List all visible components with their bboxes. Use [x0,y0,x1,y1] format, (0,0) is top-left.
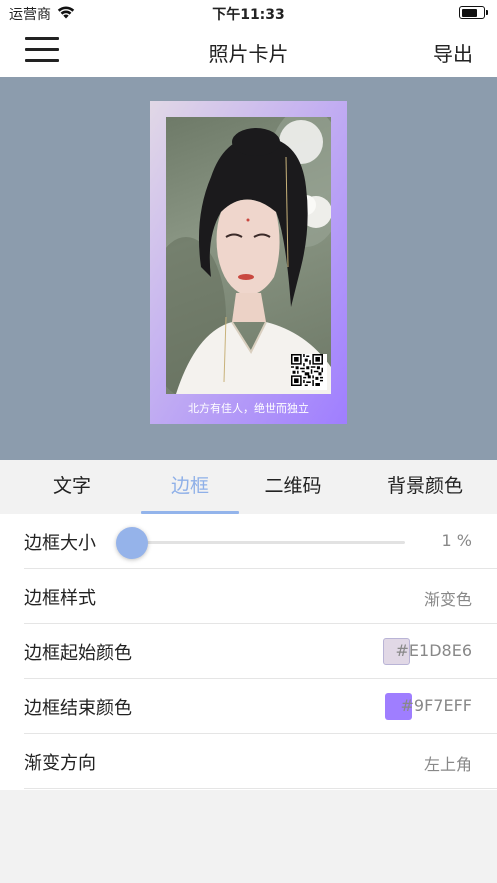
tab-background-color[interactable]: 背景颜色 [363,460,487,514]
card-photo [166,117,331,394]
border-start-color-row[interactable]: 边框起始颜色 #E1D8E6 [24,624,497,679]
gradient-direction-label: 渐变方向 [24,753,96,774]
status-bar: 运营商 下午11:33 [0,0,497,26]
border-end-color-label: 边框结束颜色 [24,698,132,719]
card-caption: 北方有佳人，绝世而独立 [188,402,309,415]
border-size-row: 边框大小 1 % [24,514,497,569]
battery-icon [459,6,488,19]
gradient-direction-value: 左上角 [423,755,472,774]
border-size-label: 边框大小 [24,533,96,554]
qr-code [291,354,327,390]
portrait-illustration [166,117,331,394]
photo-card[interactable]: 北方有佳人，绝世而独立 [150,101,347,424]
border-style-label: 边框样式 [24,588,96,609]
tab-text[interactable]: 文字 [10,460,134,514]
border-style-value: 渐变色 [423,590,472,609]
page-title: 照片卡片 [208,42,289,66]
border-size-slider-thumb[interactable] [116,527,148,559]
card-preview-area: 北方有佳人，绝世而独立 [0,77,497,460]
border-style-row[interactable]: 边框样式 渐变色 [24,569,497,624]
gradient-direction-row[interactable]: 渐变方向 左上角 [24,734,497,789]
border-size-slider-track[interactable] [132,541,405,544]
navigation-bar: 照片卡片 导出 [0,26,497,77]
battery-level [461,8,477,17]
export-button[interactable]: 导出 [433,38,473,67]
tab-qr-code[interactable]: 二维码 [231,460,355,514]
border-size-value: 1 % [441,531,472,550]
start-color-value: #E1D8E6 [395,641,472,660]
editor-tabs: 文字 边框 二维码 背景颜色 [0,460,497,514]
border-start-color-label: 边框起始颜色 [24,643,132,664]
border-end-color-row[interactable]: 边框结束颜色 #9F7EFF [24,679,497,734]
border-settings-panel: 边框大小 1 % 边框样式 渐变色 边框起始颜色 #E1D8E6 边框结束颜色 … [0,514,497,790]
clock: 下午11:33 [212,7,285,23]
end-color-value: #9F7EFF [400,696,472,715]
